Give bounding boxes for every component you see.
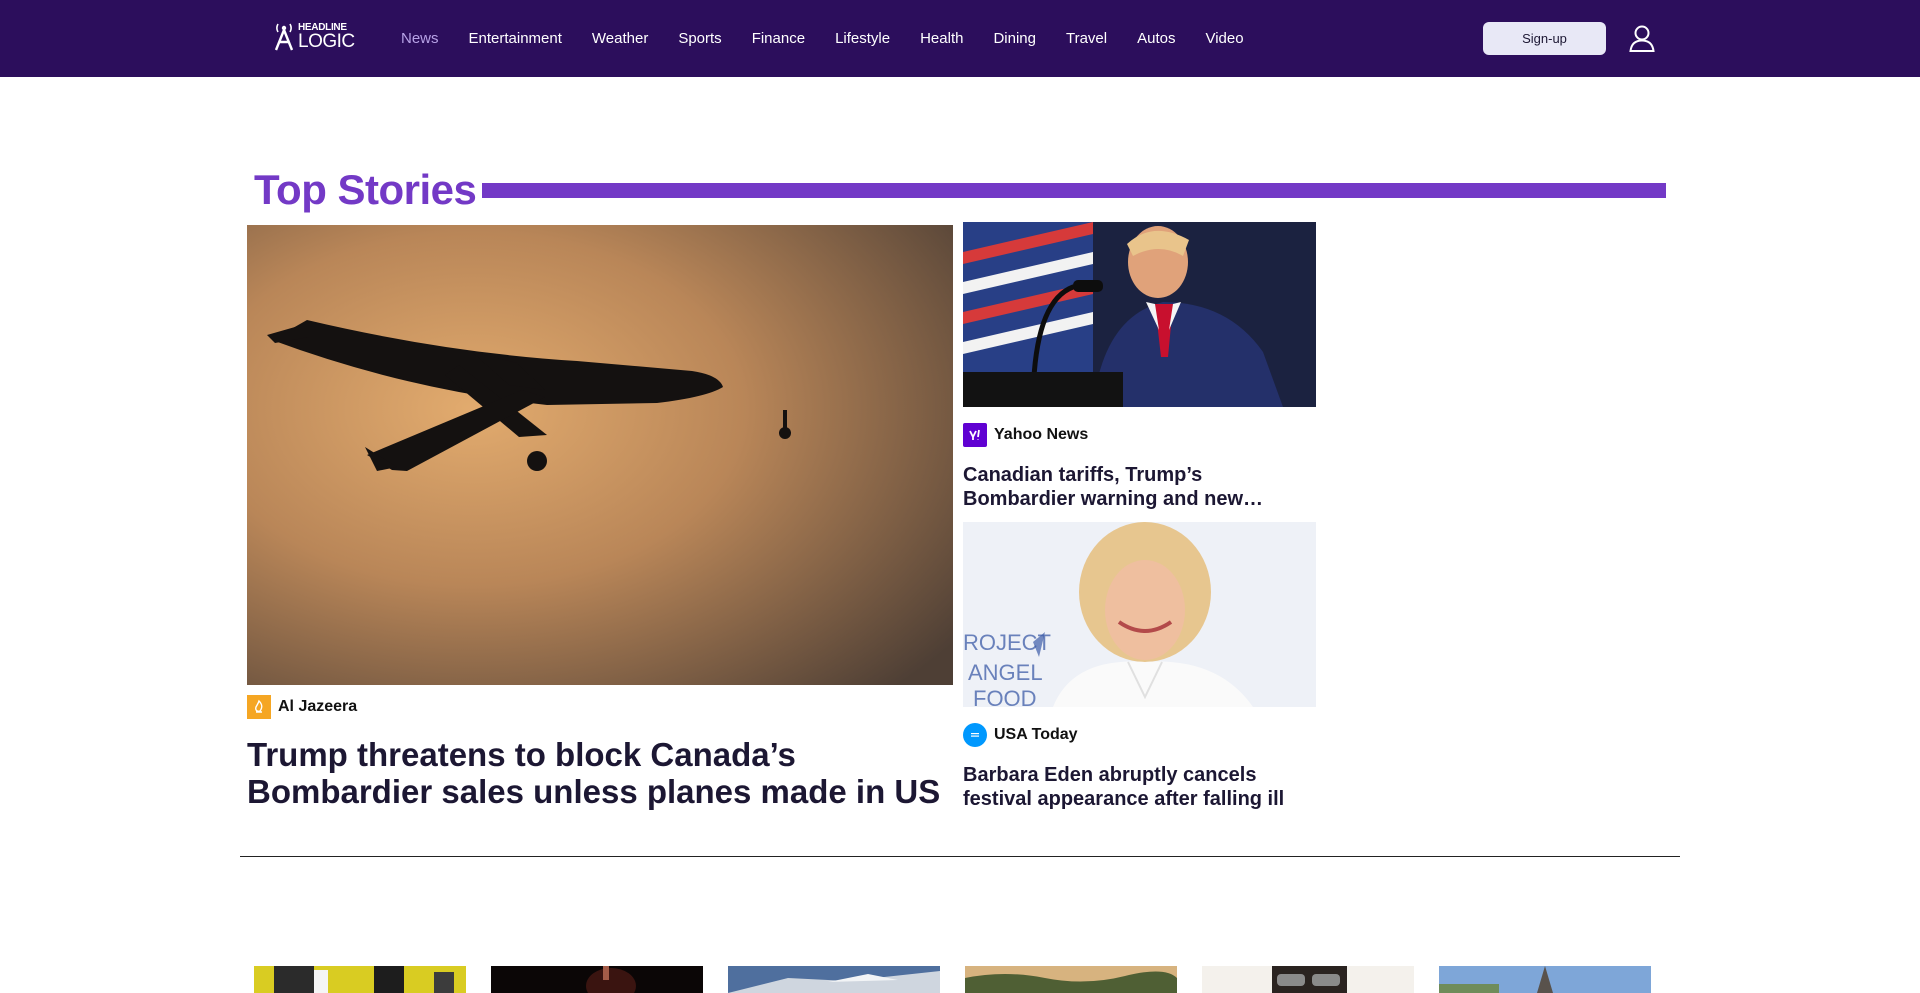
nav-item-lifestyle[interactable]: Lifestyle bbox=[835, 29, 890, 49]
usa-today-logo bbox=[963, 723, 987, 747]
yahoo-logo bbox=[963, 423, 987, 447]
nav-item-finance[interactable]: Finance bbox=[752, 29, 805, 49]
source-name: Al Jazeera bbox=[278, 698, 358, 715]
svg-text:ANGEL: ANGEL bbox=[968, 660, 1043, 685]
mountain-photo bbox=[728, 966, 940, 993]
user-icon[interactable] bbox=[1627, 23, 1657, 53]
nav-item-dining[interactable]: Dining bbox=[993, 29, 1036, 49]
nav-item-sports[interactable]: Sports bbox=[678, 29, 721, 49]
story-thumbnail[interactable] bbox=[728, 966, 940, 993]
main-nav: News Entertainment Weather Sports Financ… bbox=[401, 29, 1274, 49]
nav-item-video[interactable]: Video bbox=[1205, 29, 1243, 49]
signup-button[interactable]: Sign-up bbox=[1483, 22, 1606, 55]
al-jazeera-logo bbox=[247, 695, 271, 719]
side-story-source[interactable]: Yahoo News bbox=[963, 423, 1088, 447]
nav-item-health[interactable]: Health bbox=[920, 29, 963, 49]
eiffel-tower-photo bbox=[1439, 966, 1651, 993]
nav-item-autos[interactable]: Autos bbox=[1137, 29, 1175, 49]
plane-silhouette-photo bbox=[247, 225, 953, 685]
side-story-image[interactable]: ROJECT ANGEL FOOD bbox=[963, 522, 1316, 707]
side-story-headline[interactable]: Barbara Eden abruptly cancels festival a… bbox=[963, 763, 1318, 811]
nav-item-entertainment[interactable]: Entertainment bbox=[469, 29, 562, 49]
top-navigation-bar: HEADLINE LOGIC News Entertainment Weathe… bbox=[0, 0, 1920, 77]
section-title-bar bbox=[482, 183, 1666, 198]
logo-text-bottom: LOGIC bbox=[298, 31, 355, 52]
section-divider bbox=[240, 856, 1680, 857]
side-story-image[interactable] bbox=[963, 222, 1316, 407]
nav-item-travel[interactable]: Travel bbox=[1066, 29, 1107, 49]
main-story-headline[interactable]: Trump threatens to block Canada’s Bombar… bbox=[247, 736, 967, 810]
story-thumbnail[interactable] bbox=[254, 966, 466, 993]
headline-logic-logo[interactable]: HEADLINE LOGIC bbox=[272, 21, 360, 53]
lake-photo bbox=[965, 966, 1177, 993]
concert-photo bbox=[491, 966, 703, 993]
antenna-icon bbox=[274, 23, 294, 51]
story-thumbnail[interactable] bbox=[1202, 966, 1414, 993]
story-thumbnail[interactable] bbox=[491, 966, 703, 993]
football-photo bbox=[254, 966, 466, 993]
nav-item-news[interactable]: News bbox=[401, 29, 439, 49]
portrait-photo bbox=[1202, 966, 1414, 993]
source-name: Yahoo News bbox=[994, 426, 1089, 443]
trump-podium-photo bbox=[963, 222, 1316, 407]
side-story-source[interactable]: USA Today bbox=[963, 723, 1078, 747]
section-title: Top Stories bbox=[254, 166, 477, 213]
source-name: USA Today bbox=[994, 726, 1078, 743]
side-story-headline[interactable]: Canadian tariffs, Trump’s Bombardier war… bbox=[963, 463, 1318, 511]
barbara-eden-photo: ROJECT ANGEL FOOD bbox=[963, 522, 1316, 707]
main-story-image[interactable] bbox=[247, 225, 953, 685]
story-thumbnail[interactable] bbox=[965, 966, 1177, 993]
story-thumbnail[interactable] bbox=[1439, 966, 1651, 993]
svg-text:FOOD: FOOD bbox=[973, 686, 1037, 707]
nav-item-weather[interactable]: Weather bbox=[592, 29, 648, 49]
main-story-source[interactable]: Al Jazeera bbox=[247, 695, 357, 719]
